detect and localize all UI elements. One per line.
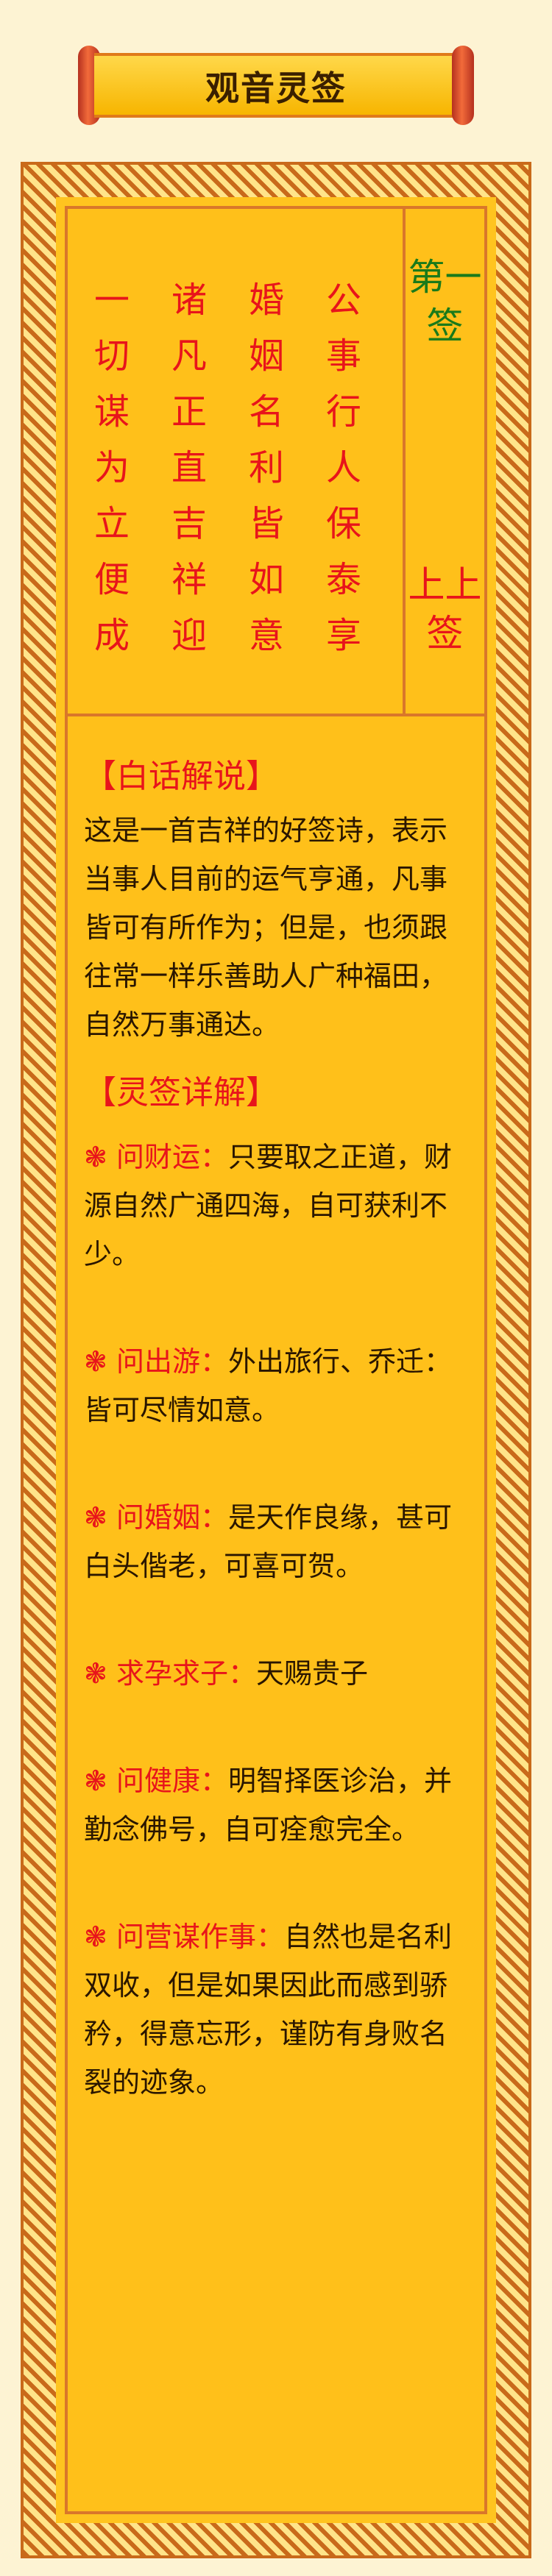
- poem-box: 公事行人保泰享 婚姻名利皆如意 诸凡正直吉祥迎 一切谋为立便成: [68, 209, 406, 716]
- detail-item-wealth: ❃ 问财运：只要取之正道，财源自然广通四海，自可获利不少。: [84, 1133, 474, 1278]
- flower-icon: ❃: [84, 1765, 107, 1797]
- explanation-heading: 【白话解说】: [84, 758, 278, 795]
- flower-icon: ❃: [84, 1921, 107, 1953]
- detail-label: 问财运：: [116, 1141, 228, 1173]
- flower-icon: ❃: [84, 1657, 107, 1690]
- detail-item-child: ❃ 求孕求子：天赐贵子: [84, 1649, 474, 1698]
- poem-column-3: 诸凡正直吉祥迎: [171, 280, 207, 656]
- detail-label: 问出游：: [116, 1345, 228, 1378]
- detail-item-marriage: ❃ 问婚姻：是天作良缘，甚可白头偕老，可喜可贺。: [84, 1493, 474, 1590]
- detail-label: 求孕求子：: [116, 1657, 256, 1690]
- flower-icon: ❃: [84, 1501, 107, 1534]
- detail-item-travel: ❃ 问出游：外出旅行、乔迁：皆可尽情如意。: [84, 1337, 474, 1434]
- detail-label: 问婚姻：: [116, 1501, 228, 1534]
- detail-item-business: ❃ 问营谋作事：自然也是名利双收，但是如果因此而感到骄矜，得意忘形，谨防有身败名…: [84, 1913, 474, 2107]
- inner-panel: 公事行人保泰享 婚姻名利皆如意 诸凡正直吉祥迎 一切谋为立便成 第一签 上上签 …: [65, 206, 487, 2514]
- poem-column-2: 婚姻名利皆如意: [248, 280, 284, 656]
- page-title: 观音灵签: [205, 68, 347, 108]
- detail-label: 问营谋作事：: [116, 1921, 284, 1953]
- explanation-text: 这是一首吉祥的好签诗，表示当事人目前的运气亨通，凡事皆可有所作为；但是，也须跟往…: [84, 814, 448, 1041]
- flower-icon: ❃: [84, 1345, 107, 1378]
- sign-number: 第一签: [408, 256, 482, 347]
- poem-column-1: 公事行人保泰享: [325, 280, 361, 656]
- detail-label: 问健康：: [116, 1765, 228, 1797]
- fretwork-frame: 公事行人保泰享 婚姻名利皆如意 诸凡正直吉祥迎 一切谋为立便成 第一签 上上签 …: [21, 162, 531, 2558]
- flower-icon: ❃: [84, 1141, 107, 1173]
- detail-text: 天赐贵子: [255, 1657, 368, 1690]
- title-scroll: 观音灵签: [78, 46, 474, 125]
- sign-grade: 上上签: [408, 563, 482, 655]
- poem-column-4: 一切谋为立便成: [93, 280, 130, 656]
- details-heading: 【灵签详解】: [84, 1074, 278, 1111]
- content: 【白话解说】 这是一首吉祥的好签诗，表示当事人目前的运气亨通，凡事皆可有所作为；…: [84, 753, 474, 2166]
- detail-item-health: ❃ 问健康：明智择医诊治，并勤念佛号，自可痊愈完全。: [84, 1757, 474, 1854]
- sign-side-box: 第一签 上上签: [406, 209, 484, 716]
